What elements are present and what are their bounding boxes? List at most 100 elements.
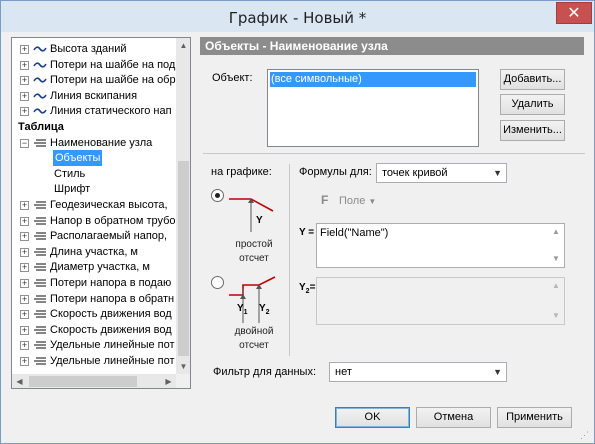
tree-item[interactable]: + Удельные линейные пот bbox=[12, 337, 176, 353]
edit-button[interactable]: Изменить... bbox=[500, 120, 565, 141]
expand-icon[interactable]: + bbox=[20, 216, 29, 226]
object-list-item[interactable]: (все символьные) bbox=[270, 72, 476, 87]
panel-header: Объекты - Наименование узла bbox=[200, 37, 584, 55]
table-row-icon bbox=[34, 263, 46, 271]
filter-dropdown-value: нет bbox=[335, 366, 352, 378]
formulas-label: Формулы для: bbox=[299, 166, 372, 178]
tree-item[interactable]: Таблица bbox=[12, 119, 176, 135]
chevron-down-icon: ▼ bbox=[493, 168, 502, 178]
expand-icon[interactable]: + bbox=[20, 294, 29, 304]
scroll-down-icon[interactable]: ▼ bbox=[176, 359, 190, 374]
table-row-icon bbox=[34, 216, 46, 225]
tree-item-label: Напор в обратном трубо bbox=[50, 214, 176, 227]
double-reading-radio[interactable] bbox=[211, 276, 224, 289]
on-graph-label: на графике: bbox=[211, 166, 272, 178]
formulas-dropdown[interactable]: точек кривой ▼ bbox=[376, 163, 507, 183]
tree-item[interactable]: + Диаметр участка, м bbox=[12, 259, 176, 275]
horizontal-scroll-thumb[interactable] bbox=[29, 376, 137, 387]
table-row-icon bbox=[34, 279, 46, 287]
scroll-left-icon[interactable]: ◀ bbox=[12, 374, 27, 388]
scroll-up-icon[interactable]: ▲ bbox=[552, 227, 560, 236]
double-caption-1: двойной bbox=[234, 326, 274, 337]
apply-button[interactable]: Применить bbox=[497, 407, 572, 428]
expand-icon[interactable]: + bbox=[20, 263, 29, 273]
ok-button[interactable]: OK bbox=[335, 407, 410, 428]
expand-icon[interactable]: + bbox=[20, 247, 29, 257]
tree-item[interactable]: + Геодезическая высота, bbox=[12, 197, 176, 213]
scroll-down-icon: ▼ bbox=[552, 311, 560, 320]
tree-item[interactable]: Стиль bbox=[12, 166, 176, 182]
expand-icon[interactable]: + bbox=[20, 232, 29, 242]
settings-tree[interactable]: + Высота зданий + Потери на шайбе на под + По… bbox=[11, 37, 191, 389]
scroll-right-icon[interactable]: ▶ bbox=[161, 374, 176, 388]
tree-item[interactable]: + Потери напора в подаю bbox=[12, 275, 176, 291]
line-wave-icon bbox=[33, 108, 47, 114]
add-button[interactable]: Добавить... bbox=[500, 69, 565, 90]
tree-item-label: Потери напора в обратн bbox=[50, 292, 175, 305]
tree-item-label: Скорость движения вод bbox=[50, 323, 172, 336]
tree-item[interactable]: + Потери напора в обратн bbox=[12, 291, 176, 307]
tree-item-label: Располагаемый напор, bbox=[50, 230, 168, 243]
tree-item[interactable]: + Располагаемый напор, bbox=[12, 228, 176, 244]
tree-item-label: Высота зданий bbox=[50, 43, 127, 55]
filter-dropdown[interactable]: нет ▼ bbox=[329, 362, 507, 382]
tree-item-label: Удельные линейные пот bbox=[50, 339, 175, 352]
close-button[interactable]: ✕ bbox=[556, 2, 592, 24]
field-dropdown-icon: ▼ bbox=[368, 197, 377, 206]
tree-item[interactable]: + Скорость движения вод bbox=[12, 322, 176, 338]
scroll-up-icon[interactable]: ▲ bbox=[176, 38, 190, 53]
radio-selected-dot bbox=[215, 193, 220, 198]
delete-button[interactable]: Удалить bbox=[500, 94, 565, 115]
tree-item-label: Скорость движения вод bbox=[50, 308, 172, 321]
tree-item-label: Объекты bbox=[53, 150, 103, 167]
vertical-divider bbox=[289, 164, 290, 356]
table-row-icon bbox=[34, 138, 46, 147]
double-axis2-label: Y2 bbox=[259, 303, 270, 316]
expand-icon[interactable]: + bbox=[20, 357, 29, 366]
filter-label: Фильтр для данных: bbox=[213, 366, 317, 378]
resize-grip-icon[interactable]: ⋰ bbox=[580, 431, 589, 440]
tree-item[interactable]: + Напор в обратном трубо bbox=[12, 213, 176, 229]
simple-reading-radio[interactable] bbox=[211, 189, 224, 202]
tree-item-label: Удельные линейные пот bbox=[50, 355, 175, 367]
expand-icon[interactable]: + bbox=[20, 76, 29, 86]
tree-item[interactable]: + Потери на шайбе на под bbox=[12, 57, 176, 73]
cancel-button[interactable]: Отмена bbox=[416, 407, 491, 428]
field-f-icon: F bbox=[321, 193, 329, 207]
tree-item-label: Диаметр участка, м bbox=[50, 261, 150, 274]
expand-icon[interactable]: + bbox=[20, 107, 29, 117]
tree-item[interactable]: + Линия вскипания bbox=[12, 88, 176, 104]
tree-item[interactable]: + Линия статического нап bbox=[12, 103, 176, 119]
tree-item-label: Длина участка, м bbox=[50, 245, 138, 258]
double-axis1-label: Y1 bbox=[237, 303, 248, 316]
expand-icon[interactable]: + bbox=[20, 341, 29, 351]
expand-icon[interactable]: + bbox=[20, 60, 29, 70]
tree-item[interactable]: + Длина участка, м bbox=[12, 244, 176, 260]
field-button-label: Поле bbox=[339, 195, 366, 207]
tree-item[interactable]: + Скорость движения вод bbox=[12, 306, 176, 322]
line-wave-icon bbox=[33, 46, 47, 52]
scroll-down-icon[interactable]: ▼ bbox=[552, 254, 560, 263]
expand-icon[interactable]: + bbox=[20, 45, 29, 54]
tree-item[interactable]: Шрифт bbox=[12, 181, 176, 197]
tree-item-label: Шрифт bbox=[54, 183, 91, 196]
tree-item[interactable]: Объекты bbox=[12, 150, 176, 167]
y-formula-input[interactable]: Field("Name") ▲ ▼ bbox=[316, 223, 565, 268]
object-label: Объект: bbox=[212, 72, 253, 84]
vertical-scroll-thumb[interactable] bbox=[178, 161, 189, 356]
tree-item[interactable]: + Удельные линейные пот bbox=[12, 353, 176, 369]
expand-icon[interactable]: + bbox=[20, 310, 29, 320]
tree-item[interactable]: + Потери на шайбе на обр bbox=[12, 72, 176, 88]
tree-item[interactable]: − Наименование узла bbox=[12, 135, 176, 151]
expand-icon[interactable]: + bbox=[20, 201, 29, 210]
object-list[interactable]: (все символьные) bbox=[267, 69, 479, 147]
simple-axis-label: Y bbox=[256, 215, 263, 226]
tree-item[interactable]: + Высота зданий bbox=[12, 41, 176, 57]
expand-icon[interactable]: + bbox=[20, 91, 29, 101]
collapse-icon[interactable]: − bbox=[20, 138, 29, 148]
expand-icon[interactable]: + bbox=[20, 279, 29, 288]
tree-item-label: Потери на шайбе на под bbox=[50, 58, 176, 71]
field-button[interactable]: Поле ▼ bbox=[339, 195, 376, 207]
y2-formula-input: ▲ ▼ bbox=[316, 277, 565, 325]
expand-icon[interactable]: + bbox=[20, 325, 29, 335]
